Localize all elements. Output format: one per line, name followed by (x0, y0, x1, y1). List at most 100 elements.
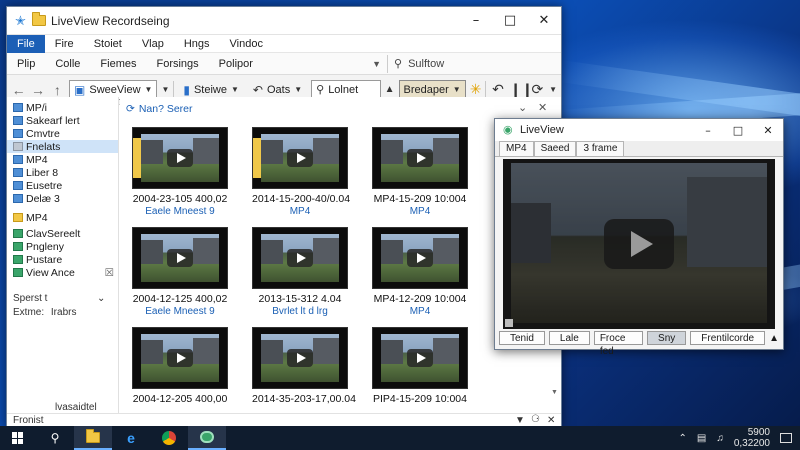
minimize-button[interactable]: – (459, 7, 493, 34)
status-right: lvasaidtel (55, 402, 97, 413)
menu-file[interactable]: File (7, 34, 45, 53)
sidebar-item-label: Pngleny (26, 240, 64, 253)
ribbon-item[interactable]: Forsings (146, 58, 208, 70)
up-caret-icon[interactable]: ▲ (385, 84, 395, 95)
chevron-down-icon: ▼ (230, 85, 239, 94)
control-button[interactable]: Lale (548, 331, 590, 345)
video-thumbnail[interactable]: MP4-12-209 10:004 MP4 (372, 227, 468, 317)
columns-icon[interactable]: ❙❙ (510, 81, 533, 98)
maximize-button[interactable]: □ (723, 119, 753, 141)
menu-item[interactable]: Fire (45, 35, 84, 53)
play-icon (167, 349, 193, 367)
sidebar-item-label: ClavSereelt (26, 227, 81, 240)
library-icon (13, 255, 23, 264)
menu-item[interactable]: Vindoc (220, 35, 273, 53)
chevron-down-icon[interactable]: ⌄ (97, 293, 105, 304)
ribbon-item[interactable]: Polipor (209, 58, 263, 70)
video-thumbnail[interactable]: 2013-15-312 4.04 Bvrlet lt d lrg (252, 227, 348, 317)
clock[interactable]: 5900 0,32200 (734, 427, 770, 449)
share-icon: ▮ (183, 82, 190, 97)
menu-item[interactable]: Vlap (132, 35, 174, 53)
tab-speed[interactable]: Saeed (533, 141, 577, 156)
video-player[interactable] (503, 159, 775, 329)
sidebar-item[interactable]: Pngleny (7, 240, 118, 253)
liveview-titlebar[interactable]: ◉ LiveView – □ ✕ (495, 119, 783, 141)
start-button[interactable] (0, 432, 36, 444)
network-icon[interactable]: ▤ (697, 433, 706, 444)
close-button[interactable]: ✕ (527, 7, 561, 34)
sidebar-item-label: Pustare (26, 253, 63, 266)
back-arrow-icon[interactable]: ← (11, 82, 26, 98)
menu-item[interactable]: Hngs (174, 35, 220, 53)
sidebar-item[interactable]: Delæ 3 (7, 192, 118, 205)
control-button[interactable]: Froce fed (593, 331, 644, 357)
notification-icon[interactable] (780, 433, 792, 443)
chevron-down-icon[interactable]: ▼ (549, 85, 557, 94)
sidebar-item[interactable]: Sakearf lert (7, 114, 118, 127)
control-button[interactable]: Frentilcorde (690, 331, 766, 345)
ribbon-item[interactable]: Colle (45, 58, 90, 70)
refresh-icon[interactable]: ⟳ (530, 81, 545, 98)
close-icon[interactable]: ☒ (105, 267, 114, 279)
close-icon[interactable]: ✕ (538, 101, 547, 114)
taskbar-file-explorer[interactable] (74, 426, 112, 450)
chevron-down-icon[interactable]: ▼ (372, 59, 381, 69)
sidebar-item[interactable]: MP/i (7, 101, 118, 114)
sidebar-item[interactable]: Pustare (7, 253, 118, 266)
resize-icon[interactable] (505, 319, 513, 327)
close-icon[interactable]: ✕ (547, 415, 555, 426)
ribbon-item[interactable]: Fiemes (90, 58, 146, 70)
explorer-titlebar[interactable]: ✭ LiveView Recordseing – □ ✕ (7, 7, 561, 35)
video-thumbnail[interactable]: 2004-23-105 400,02 Eaele Mneest 9 (132, 127, 228, 217)
video-thumbnail[interactable]: MP4-15-209 10:004 MP4 (372, 127, 468, 217)
sidebar-item[interactable]: ClavSereelt (7, 227, 118, 240)
sidebar-item-label: Sakearf lert (26, 114, 80, 127)
taskbar-liveview[interactable] (188, 426, 226, 450)
tab-frame[interactable]: 3 frame (576, 141, 625, 156)
video-thumbnail[interactable]: 2014-35-203-17,00.04 (252, 327, 356, 405)
ribbon-search-label: Sulftow (408, 57, 445, 70)
sidebar-item[interactable]: Fnelats (7, 140, 118, 153)
video-thumbnail[interactable]: 2004-12-205 400,00 (132, 327, 228, 405)
ribbon-search-field[interactable]: ⚲ Sulftow (387, 54, 557, 73)
eject-icon[interactable]: ▲ (769, 333, 779, 344)
undo-icon[interactable]: ↶ (490, 81, 505, 98)
video-building-left (511, 203, 551, 263)
play-icon[interactable] (604, 219, 674, 269)
chevron-up-icon[interactable]: ⌃ (679, 433, 687, 444)
close-button[interactable]: ✕ (753, 119, 783, 141)
taskbar-chrome[interactable] (150, 426, 188, 450)
folder-icon (13, 168, 23, 177)
taskbar-edge[interactable]: e (112, 426, 150, 450)
maximize-button[interactable]: □ (493, 7, 527, 34)
video-thumbnail[interactable]: 2014-15-200-40/0.04 MP4 (252, 127, 350, 217)
sidebar-item[interactable]: MP4 (7, 211, 118, 224)
chevron-down-icon[interactable]: ▼ (161, 85, 169, 94)
video-thumbnail[interactable]: PIP4-15-209 10:004 (372, 327, 468, 405)
thumbnail-image (372, 127, 468, 189)
scroll-down-icon[interactable]: ▼ (515, 415, 525, 426)
search-button[interactable]: ⚲ (36, 426, 74, 450)
sidebar-item[interactable]: Eusetre (7, 179, 118, 192)
volume-icon[interactable]: ♫ (716, 433, 724, 444)
up-arrow-icon[interactable]: ↑ (50, 82, 65, 98)
help-icon[interactable]: ⚆ (531, 414, 540, 425)
control-button[interactable]: Sny (647, 331, 687, 345)
sidebar-item[interactable]: View Ance ☒ (7, 266, 118, 279)
sidebar-item[interactable]: Liber 8 (7, 166, 118, 179)
chevron-down-icon[interactable]: ⌄ (518, 101, 527, 114)
breadcrumb[interactable]: ⟳ Nan? Serer (126, 103, 193, 115)
control-button[interactable]: Tenid (499, 331, 545, 345)
ribbon-item[interactable]: Plip (7, 58, 45, 70)
sidebar-item[interactable]: Cmvtre (7, 127, 118, 140)
video-thumbnail[interactable]: 2004-12-125 400,02 Eaele Mneest 9 (132, 227, 228, 317)
refresh-icon: ⟳ (126, 103, 135, 115)
folder-icon (32, 12, 46, 26)
forward-arrow-icon[interactable]: → (30, 82, 45, 98)
scroll-down-icon[interactable]: ▼ (551, 389, 558, 396)
minimize-button[interactable]: – (693, 119, 723, 141)
sidebar-item[interactable]: MP4 (7, 153, 118, 166)
tab-mp4[interactable]: MP4 (499, 141, 534, 156)
star-icon[interactable]: ✳ (470, 81, 482, 98)
menu-item[interactable]: Stoiet (84, 35, 132, 53)
